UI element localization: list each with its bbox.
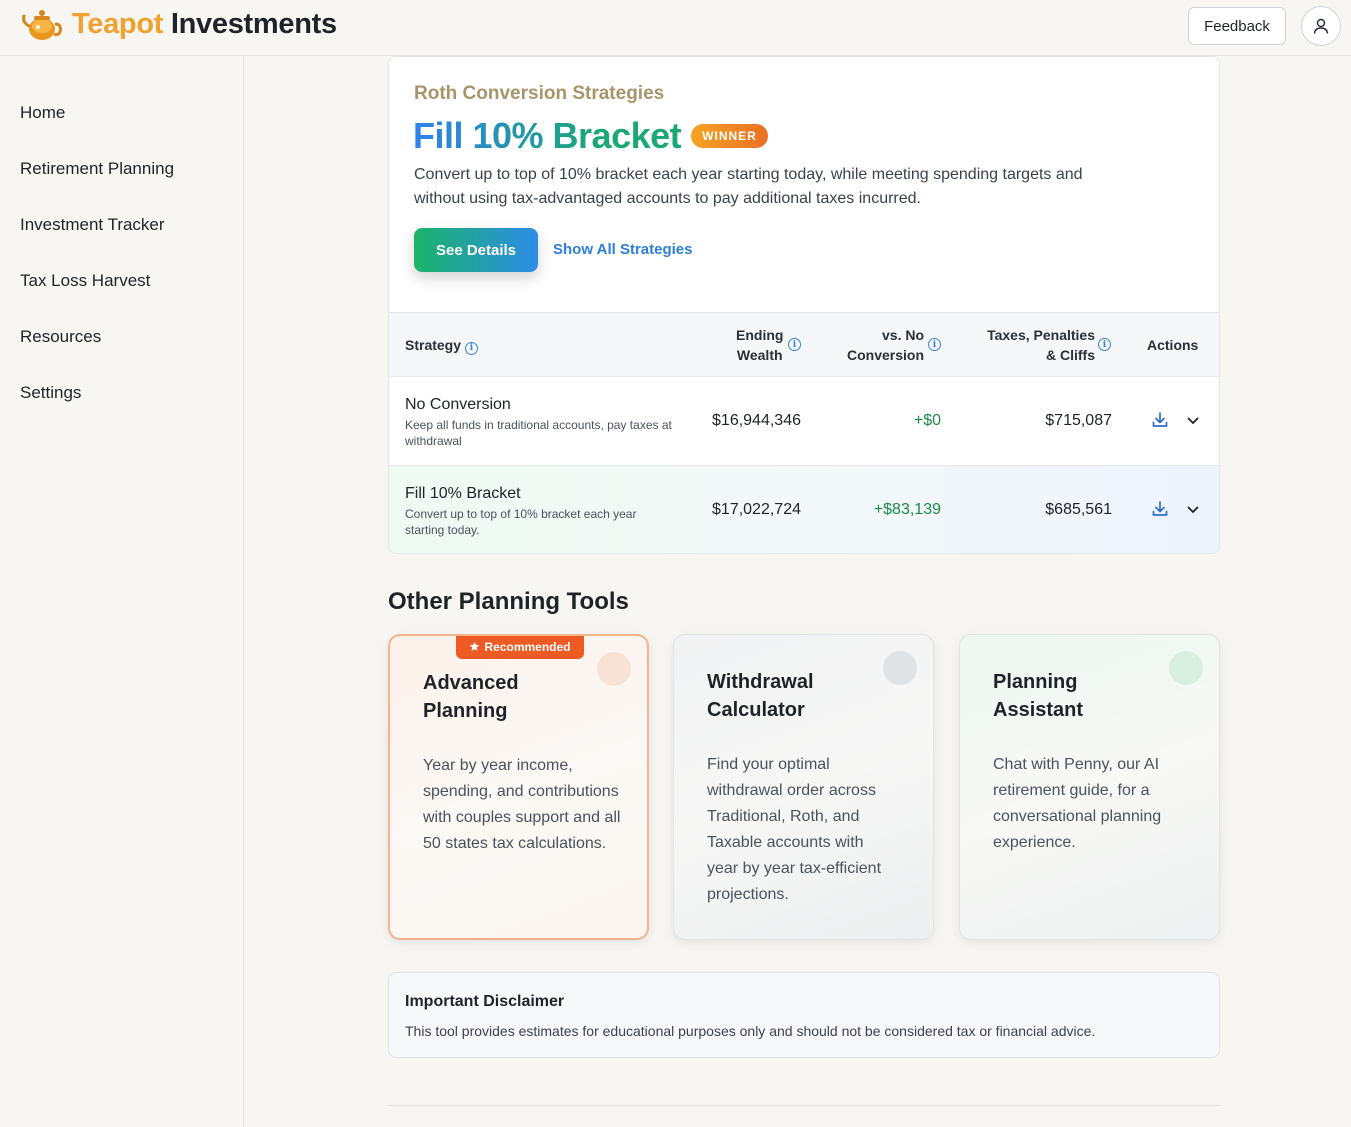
tool-card-description: Find your optimal withdrawal order acros…: [707, 756, 882, 903]
download-icon[interactable]: [1151, 500, 1169, 518]
divider: [388, 1105, 1220, 1106]
chevron-down-icon[interactable]: [1186, 503, 1200, 517]
col-header-strategy: Strategy i: [405, 335, 478, 355]
table-header: Strategy i Ending Wealth i vs. No Conver…: [389, 312, 1219, 376]
sidebar-item-settings[interactable]: Settings: [20, 383, 81, 403]
sidebar-item-tax-loss-harvest[interactable]: Tax Loss Harvest: [20, 271, 150, 291]
planning-assistant-card[interactable]: Planning Assistant Chat with Penny, our …: [959, 634, 1220, 940]
user-menu-button[interactable]: [1301, 6, 1341, 46]
col-header-taxes: Taxes, Penalties & Cliffs: [987, 327, 1095, 363]
brand-logo[interactable]: Teapot Investments: [20, 4, 337, 44]
advanced-planning-card[interactable]: Recommended Advanced Planning Year by ye…: [388, 634, 649, 940]
decorative-circle: [597, 652, 631, 686]
info-icon[interactable]: i: [1098, 338, 1111, 351]
winning-strategy-title: Fill 10% Bracket: [413, 115, 682, 156]
sidebar: Home Retirement Planning Investment Trac…: [0, 56, 244, 1127]
info-icon[interactable]: i: [788, 338, 801, 351]
strategy-subtitle: Keep all funds in traditional accounts, …: [405, 418, 672, 448]
taxes-value: $685,561: [1045, 501, 1112, 518]
disclaimer-title: Important Disclaimer: [405, 993, 565, 1010]
see-details-button[interactable]: See Details: [414, 228, 538, 272]
download-icon[interactable]: [1151, 411, 1169, 429]
brand-name: Teapot Investments: [72, 7, 337, 40]
top-bar: Teapot Investments Feedback: [0, 0, 1351, 56]
tool-card-title: Withdrawal Calculator: [707, 671, 814, 721]
tool-card-description: Year by year income, spending, and contr…: [423, 757, 621, 852]
table-row[interactable]: No Conversion Keep all funds in traditio…: [389, 376, 1219, 465]
vs-no-conversion-value: +$0: [913, 412, 941, 429]
sidebar-item-retirement-planning[interactable]: Retirement Planning: [20, 159, 174, 179]
strategy-description: Convert up to top of 10% bracket each ye…: [414, 166, 1083, 207]
strategy-subtitle: Convert up to top of 10% bracket each ye…: [405, 507, 637, 537]
decorative-circle: [883, 651, 917, 685]
feedback-button[interactable]: Feedback: [1188, 7, 1286, 45]
taxes-value: $715,087: [1045, 412, 1112, 429]
info-icon[interactable]: i: [928, 338, 941, 351]
roth-strategy-card: Roth Conversion Strategies Fill 10% Brac…: [388, 56, 1220, 554]
sidebar-item-home[interactable]: Home: [20, 103, 65, 123]
tool-card-description: Chat with Penny, our AI retirement guide…: [993, 756, 1162, 851]
col-header-vs-no-conversion: vs. No Conversion: [847, 327, 925, 363]
ending-wealth-value: $16,944,346: [712, 412, 801, 429]
user-icon: [1313, 18, 1329, 34]
ending-wealth-value: $17,022,724: [712, 501, 801, 518]
table-row[interactable]: Fill 10% Bracket Convert up to top of 10…: [389, 465, 1219, 553]
vs-no-conversion-value: +$83,139: [873, 501, 941, 518]
recommended-badge: Recommended: [456, 636, 584, 659]
star-icon: [470, 641, 480, 651]
sidebar-item-investment-tracker[interactable]: Investment Tracker: [20, 215, 165, 235]
teapot-icon: [22, 10, 62, 40]
other-tools-heading: Other Planning Tools: [388, 588, 629, 615]
winner-badge: WINNER: [691, 124, 768, 148]
decorative-circle: [1169, 651, 1203, 685]
disclaimer-text: This tool provides estimates for educati…: [405, 1023, 1096, 1039]
sidebar-item-resources[interactable]: Resources: [20, 327, 101, 347]
tool-card-title: Advanced Planning: [423, 672, 519, 722]
col-header-actions: Actions: [1147, 337, 1199, 353]
col-header-ending-wealth: Ending Wealth: [736, 327, 784, 363]
chevron-down-icon[interactable]: [1186, 414, 1200, 428]
strategy-name: Fill 10% Bracket: [405, 485, 521, 502]
card-eyebrow: Roth Conversion Strategies: [414, 83, 665, 104]
info-icon[interactable]: i: [464, 341, 478, 355]
tool-card-title: Planning Assistant: [993, 671, 1084, 721]
withdrawal-calculator-card[interactable]: Withdrawal Calculator Find your optimal …: [673, 634, 934, 940]
show-all-strategies-link[interactable]: Show All Strategies: [553, 241, 692, 258]
strategy-name: No Conversion: [405, 396, 511, 413]
disclaimer-box: Important Disclaimer This tool provides …: [388, 972, 1220, 1058]
